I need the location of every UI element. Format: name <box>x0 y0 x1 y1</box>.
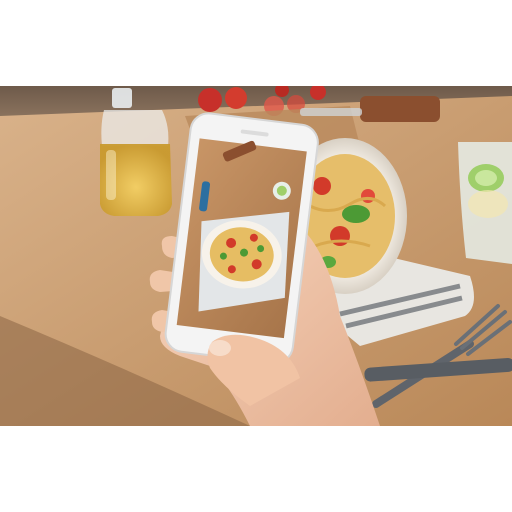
knife-blade <box>300 108 362 116</box>
water-glass <box>458 142 512 264</box>
knife-handle <box>360 96 440 122</box>
photo <box>0 86 512 426</box>
photo-canvas <box>0 86 512 426</box>
thumbnail <box>209 340 231 356</box>
